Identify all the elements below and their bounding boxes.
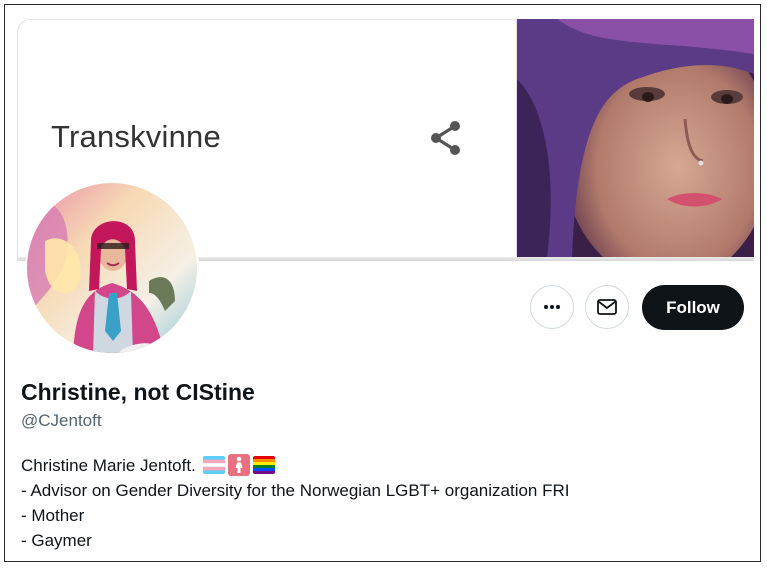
banner-portrait-photo: [517, 19, 754, 257]
user-handle[interactable]: @CJentoft: [21, 411, 102, 431]
transgender-flag-icon: [202, 455, 225, 474]
banner-word: Transkvinne: [51, 119, 221, 154]
bio-line-2: - Advisor on Gender Diversity for the No…: [21, 481, 570, 500]
bio-line-1: Christine Marie Jentoft.: [21, 453, 570, 478]
womens-symbol-icon: [227, 453, 250, 476]
share-icon: [431, 121, 460, 155]
bio-name-text: Christine Marie Jentoft.: [21, 456, 196, 475]
envelope-icon: [597, 299, 617, 315]
avatar[interactable]: [25, 181, 199, 355]
bio-line-3: - Mother: [21, 506, 85, 525]
more-horizontal-icon: [544, 305, 560, 309]
rainbow-flag-icon: [252, 455, 275, 474]
display-name: Christine, not CIStine: [21, 379, 255, 405]
more-options-button[interactable]: [530, 285, 574, 329]
bio-emoji-group: [202, 453, 275, 476]
bio-line-4: - Gaymer: [21, 531, 92, 550]
message-button[interactable]: [585, 285, 629, 329]
profile-bio: Christine Marie Jentoft. - Advisor on Ge…: [21, 453, 570, 553]
profile-frame: Transkvinne Follow Christine, not CIStin…: [4, 4, 761, 562]
follow-button[interactable]: Follow: [642, 285, 744, 330]
